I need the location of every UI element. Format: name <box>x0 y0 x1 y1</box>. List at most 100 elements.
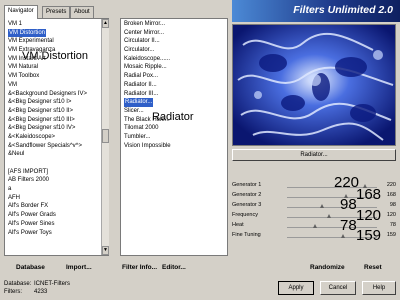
category-item-label: VM Experimental <box>8 38 54 45</box>
category-item-label: &<Bkg Designer sf10 II> <box>8 107 74 114</box>
filter-item-label: Circulator II... <box>124 38 160 45</box>
param-value: 168 <box>386 192 396 198</box>
preview-image[interactable] <box>232 24 396 146</box>
param-slider-thumb[interactable] <box>341 234 346 238</box>
category-item[interactable]: VM <box>5 81 101 90</box>
category-overlay-label: VM Distortion <box>22 50 89 62</box>
category-item[interactable]: &Neul <box>5 150 101 159</box>
category-item-label: Alf's Border FX <box>8 203 49 210</box>
category-item[interactable]: &<Bkg Designer sf10 I> <box>5 98 101 107</box>
category-item-label: &<Sandflower Specials^v^> <box>8 142 83 149</box>
category-item[interactable]: VM 1 <box>5 20 101 29</box>
param-value: 98 <box>389 202 396 208</box>
param-slider-thumb[interactable] <box>319 204 324 208</box>
filter-item[interactable]: Circulator... <box>121 46 227 55</box>
category-item[interactable]: Alf's Power Grads <box>5 211 101 220</box>
cancel-button[interactable]: Cancel <box>320 281 356 295</box>
filter-item-label: Tilomat 2000 <box>124 125 159 132</box>
category-item[interactable]: AB Filters 2000 <box>5 176 101 185</box>
category-item[interactable]: &<Kaleidoscope> <box>5 133 101 142</box>
category-item[interactable]: VM Experimental <box>5 37 101 46</box>
category-item[interactable]: &<Background Designers IV> <box>5 90 101 99</box>
help-button[interactable]: Help <box>362 281 396 295</box>
category-item[interactable]: VM Natural <box>5 63 101 72</box>
param-value: 78 <box>389 222 396 228</box>
filter-item[interactable]: Radiator... <box>121 98 227 107</box>
param-overlay-number: 159 <box>356 227 382 244</box>
database-button[interactable]: Database <box>16 264 45 271</box>
tab-presets[interactable]: Presets <box>42 6 71 18</box>
filter-item[interactable]: Radial Pox... <box>121 72 227 81</box>
preview-graphic <box>233 25 395 145</box>
param-label: Generator 2 <box>232 192 262 198</box>
filter-item[interactable]: Mosaic Ripple... <box>121 63 227 72</box>
import-button[interactable]: Import... <box>66 264 92 271</box>
category-item-label: [AFS IMPORT] <box>8 168 48 175</box>
category-item-label: &<Kaleidoscope> <box>8 133 56 140</box>
title-banner: Filters Unlimited 2.0 <box>232 0 400 22</box>
scroll-down-arrow-icon[interactable]: ▼ <box>102 246 109 255</box>
filter-item[interactable]: Radiator II... <box>121 81 227 90</box>
filter-info-button[interactable]: Filter Info... <box>122 264 157 271</box>
category-item-label: AB Filters 2000 <box>8 177 50 184</box>
filters-count-label: Filters: <box>4 289 22 295</box>
param-label: Fine Tuning <box>232 232 261 238</box>
tab-about[interactable]: About <box>70 6 94 18</box>
param-label: Generator 1 <box>232 182 262 188</box>
category-item[interactable]: &<Bkg Designer sf10 III> <box>5 116 101 125</box>
filter-name-button[interactable]: Radiator... <box>232 149 396 161</box>
filter-overlay-label: Radiator <box>152 111 194 123</box>
filter-item-label: Center Mirror... <box>124 29 165 36</box>
filter-item[interactable]: Broken Mirror... <box>121 20 227 29</box>
database-status-label: Database: <box>4 281 32 287</box>
category-item[interactable]: [AFS IMPORT] <box>5 168 101 177</box>
category-item-label: &<Bkg Designer sf10 III> <box>8 116 75 123</box>
category-item[interactable]: Alf's Power Sines <box>5 220 101 229</box>
category-item[interactable]: Alf's Border FX <box>5 202 101 211</box>
filter-item[interactable]: Radiator III... <box>121 90 227 99</box>
editor-button[interactable]: Editor... <box>162 264 186 271</box>
category-item-label: VM Distortion <box>8 28 47 38</box>
category-item[interactable]: &<Bkg Designer sf10 IV> <box>5 124 101 133</box>
filter-item-label: Tumbler... <box>124 133 151 140</box>
filter-item[interactable]: Center Mirror... <box>121 29 227 38</box>
category-item-label: Alf's Power Sines <box>8 220 55 227</box>
category-scrollbar[interactable]: ▲ ▼ <box>101 19 109 255</box>
apply-button[interactable]: Apply <box>278 281 314 295</box>
reset-button[interactable]: Reset <box>364 264 382 271</box>
category-item[interactable] <box>5 159 101 168</box>
category-item-label: VM Natural <box>8 64 39 71</box>
category-item[interactable]: AFH <box>5 194 101 203</box>
category-item[interactable]: &<Sandflower Specials^v^> <box>5 142 101 151</box>
category-item-label: &<Background Designers IV> <box>8 90 88 97</box>
filter-item-label: Radiator III... <box>124 90 159 97</box>
filter-item[interactable]: Tumbler... <box>121 133 227 142</box>
tab-navigator[interactable]: Navigator <box>4 5 38 19</box>
scroll-up-arrow-icon[interactable]: ▲ <box>102 19 109 28</box>
filter-item-label: Broken Mirror... <box>124 21 166 27</box>
filter-item-label: Mosaic Ripple... <box>124 64 167 71</box>
category-item[interactable]: VM Distortion <box>5 28 101 38</box>
filter-item-label: Circulator... <box>124 47 155 54</box>
category-item[interactable]: Alf's Power Toys <box>5 229 101 238</box>
category-item-label: VM 1 <box>8 21 23 27</box>
filter-item-label: Radial Pox... <box>124 73 159 80</box>
filter-item-label: Vision Impossible <box>124 142 171 149</box>
param-slider-thumb[interactable] <box>312 224 317 228</box>
category-item[interactable]: &<Bkg Designer sf10 II> <box>5 107 101 116</box>
filter-item[interactable]: Tilomat 2000 <box>121 124 227 133</box>
category-item-label: VM Toolbox <box>8 73 40 80</box>
category-item-label: &<Bkg Designer sf10 I> <box>8 99 72 106</box>
category-item-label: VM <box>8 81 17 88</box>
category-item[interactable]: a <box>5 185 101 194</box>
param-slider-thumb[interactable] <box>327 214 332 218</box>
category-item[interactable]: VM Toolbox <box>5 72 101 81</box>
param-value: 120 <box>386 212 396 218</box>
category-item-label: Alf's Power Grads <box>8 212 56 219</box>
filter-list[interactable]: Broken Mirror... Center Mirror... Circulat… <box>120 18 228 256</box>
filter-item[interactable]: Kaleidoscope...... <box>121 55 227 64</box>
randomize-button[interactable]: Randomize <box>310 264 345 271</box>
filter-item[interactable]: Vision Impossible <box>121 142 227 151</box>
filter-item[interactable]: Circulator II... <box>121 37 227 46</box>
scroll-thumb[interactable] <box>102 129 109 143</box>
